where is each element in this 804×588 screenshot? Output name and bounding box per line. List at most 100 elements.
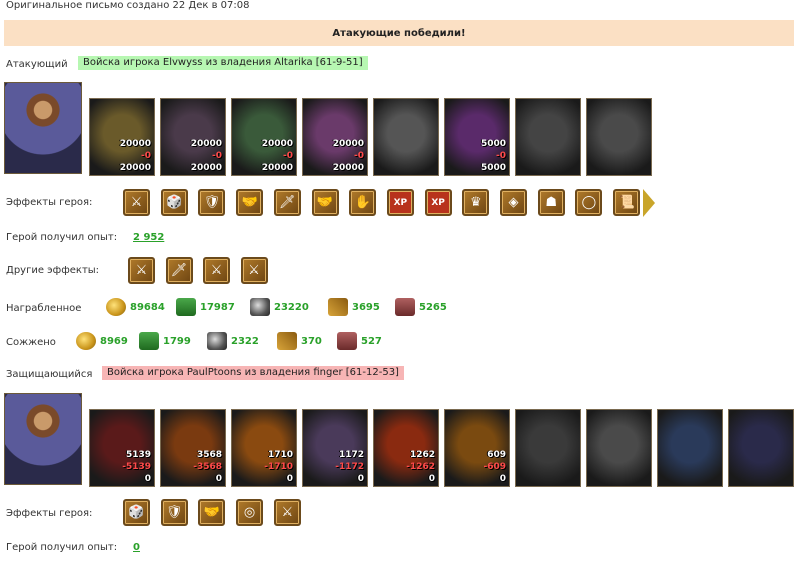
unit-spider-grey[interactable] — [586, 98, 652, 176]
unit-count-block: 1262 -1262 0 — [406, 449, 435, 485]
unit-dark-warrior[interactable]: 20000 -0 20000 — [160, 98, 226, 176]
unit-count-loss: -1172 — [335, 462, 364, 472]
unit-count-loss: -0 — [354, 151, 364, 161]
unit-archer-grey[interactable] — [373, 98, 439, 176]
unit-fire-ogre[interactable]: 609 -609 0 — [444, 409, 510, 487]
unit-count-final: 0 — [428, 474, 435, 484]
unit-harpy[interactable]: 20000 -0 20000 — [302, 98, 368, 176]
resource-amount: 8969 — [100, 335, 128, 347]
effect-icon[interactable]: 🛡 — [198, 189, 226, 216]
effect-icon[interactable]: 🗡 — [165, 257, 193, 284]
original-created-text: Оригинальное письмо создано 22 Дек в 07:… — [6, 0, 250, 11]
unit-count-final: 0 — [357, 474, 364, 484]
resource-wood: 17987 — [176, 298, 235, 316]
effect-icon[interactable]: ✋ — [349, 189, 377, 216]
resource-grain: 3695 — [328, 298, 380, 316]
resource-amount: 5265 — [419, 301, 447, 313]
unit-demon-grey[interactable] — [515, 409, 581, 487]
effect-icon[interactable]: XP — [386, 189, 414, 216]
unit-count-initial: 5139 — [125, 450, 151, 460]
unit-red-demon[interactable]: 5139 -5139 0 — [89, 409, 155, 487]
effect-icon[interactable]: 🤝 — [198, 499, 226, 526]
battle-result-text: Атакующие победили! — [332, 27, 466, 39]
attacker-hero-portrait[interactable] — [4, 82, 82, 174]
battle-result-banner: Атакующие победили! — [4, 20, 794, 46]
unit-tower[interactable] — [657, 409, 723, 487]
unit-reaper-grey[interactable] — [515, 98, 581, 176]
resource-ore: 23220 — [250, 298, 309, 316]
grain-icon — [277, 332, 297, 350]
defender-army-link[interactable]: Войска игрока PaulPtoons из владения fin… — [102, 366, 404, 380]
resource-amount: 3695 — [352, 301, 380, 313]
unit-spire[interactable] — [728, 409, 794, 487]
effect-icon[interactable]: ⚔ — [123, 189, 150, 216]
unit-wraith-grey[interactable] — [586, 409, 652, 487]
unit-count-block: 20000 -0 20000 — [262, 138, 293, 174]
attacker-army-link[interactable]: Войска игрока Elvwyss из владения Altari… — [78, 56, 368, 70]
resource-gold-coins: 8969 — [76, 332, 128, 350]
effect-icon[interactable]: 🎲 — [160, 189, 188, 216]
unit-fire-hound[interactable]: 1710 -1710 0 — [231, 409, 297, 487]
defender-exp-value[interactable]: 0 — [133, 542, 140, 553]
unit-count-block: 609 -609 0 — [483, 449, 506, 485]
scroll-right-arrow-icon[interactable] — [643, 189, 655, 217]
unit-lava-golem[interactable]: 1262 -1262 0 — [373, 409, 439, 487]
unit-count-initial: 20000 — [119, 139, 151, 149]
effect-icon[interactable]: ◈ — [500, 189, 527, 216]
unit-count-final: 20000 — [332, 163, 364, 173]
attacker-label: Атакующий — [6, 59, 68, 70]
unit-count-initial: 20000 — [190, 139, 222, 149]
unit-count-loss: -609 — [483, 462, 506, 472]
brick-icon — [337, 332, 357, 350]
effect-icon[interactable]: ⚔ — [128, 257, 155, 284]
effect-icon[interactable]: ◯ — [575, 189, 603, 216]
unit-count-final: 0 — [286, 474, 293, 484]
unit-count-block: 1172 -1172 0 — [335, 449, 364, 485]
resource-amount: 23220 — [274, 301, 309, 313]
defender-hero-portrait[interactable] — [4, 393, 82, 485]
resource-amount: 89684 — [130, 301, 165, 313]
ore-icon — [207, 332, 227, 350]
effect-icon[interactable]: 🎲 — [123, 499, 150, 526]
resource-amount: 370 — [301, 335, 322, 347]
unit-count-block: 5000 -0 5000 — [481, 138, 506, 174]
unit-count-final: 5000 — [480, 163, 506, 173]
effect-icon[interactable]: 🛡 — [160, 499, 188, 526]
unit-count-initial: 1710 — [267, 450, 293, 460]
attacker-effects-label: Эффекты героя: — [6, 197, 93, 208]
effect-icon[interactable]: ⚔ — [273, 499, 301, 526]
defender-label: Защищающийся — [6, 369, 93, 380]
attacker-exp-label: Герой получил опыт: — [6, 232, 118, 243]
unit-lizard-knight[interactable]: 20000 -0 20000 — [231, 98, 297, 176]
unit-count-loss: -5139 — [122, 462, 151, 472]
unit-beast[interactable]: 20000 -0 20000 — [89, 98, 155, 176]
unit-gargoyle[interactable]: 1172 -1172 0 — [302, 409, 368, 487]
unit-count-initial: 20000 — [261, 139, 293, 149]
gold-coins-icon — [76, 332, 96, 350]
resource-grain: 370 — [277, 332, 322, 350]
effect-icon[interactable]: ☗ — [537, 189, 565, 216]
unit-count-initial: 609 — [487, 450, 506, 460]
effect-icon[interactable]: 🗡 — [273, 189, 301, 216]
unit-sorceress[interactable]: 5000 -0 5000 — [444, 98, 510, 176]
effect-icon[interactable]: ⚔ — [240, 257, 268, 284]
effect-icon[interactable]: 📜 — [613, 189, 641, 216]
unit-count-initial: 5000 — [480, 139, 506, 149]
unit-count-final: 20000 — [119, 163, 151, 173]
wood-icon — [176, 298, 196, 316]
unit-fire-skeleton[interactable]: 3568 -3568 0 — [160, 409, 226, 487]
effect-icon[interactable]: 🤝 — [236, 189, 264, 216]
effect-icon[interactable]: 🤝 — [311, 189, 339, 216]
unit-count-block: 20000 -0 20000 — [191, 138, 222, 174]
unit-count-loss: -1262 — [406, 462, 435, 472]
effect-icon[interactable]: XP — [424, 189, 452, 216]
resource-wood: 1799 — [139, 332, 191, 350]
attacker-exp-value[interactable]: 2 952 — [133, 232, 164, 243]
effect-icon[interactable]: ⚔ — [203, 257, 230, 284]
unit-count-block: 20000 -0 20000 — [333, 138, 364, 174]
defender-effects-label: Эффекты героя: — [6, 508, 93, 519]
effect-icon[interactable]: ◎ — [236, 499, 264, 526]
effect-icon[interactable]: ♛ — [462, 189, 490, 216]
gold-coins-icon — [106, 298, 126, 316]
unit-count-initial: 20000 — [332, 139, 364, 149]
